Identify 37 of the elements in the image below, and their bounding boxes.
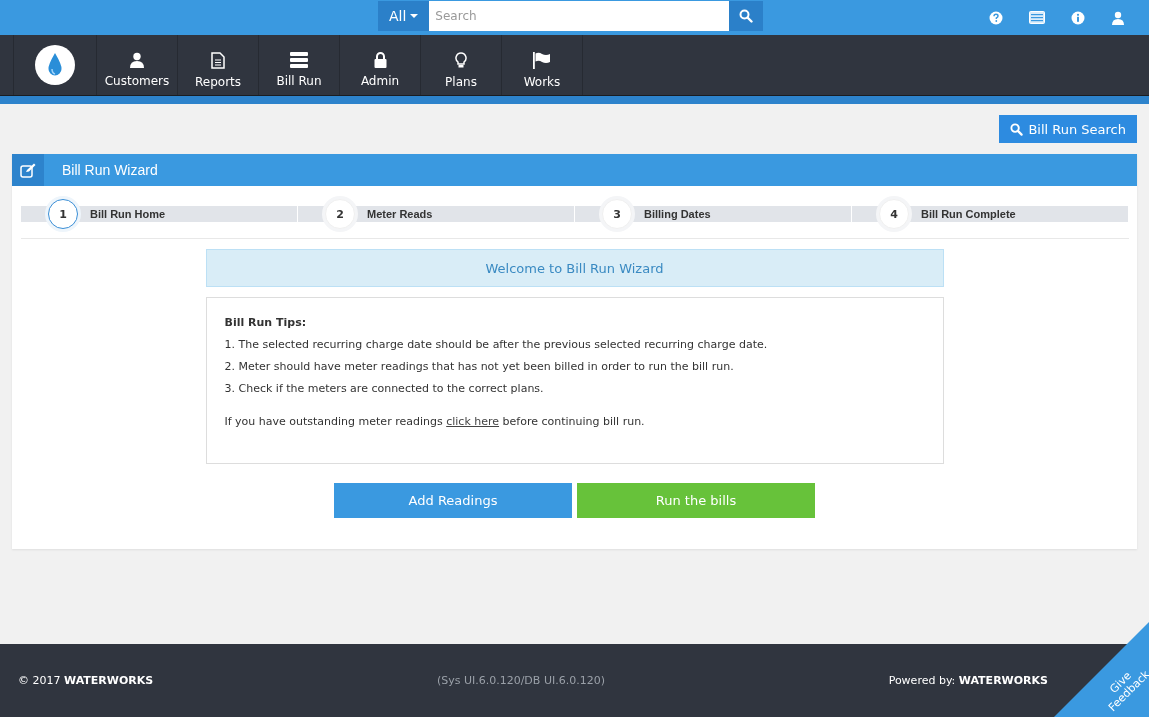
step-number: 2 xyxy=(325,199,355,229)
copyright-text: © 2017 WATERWORKS xyxy=(18,674,154,687)
scope-dropdown[interactable]: All xyxy=(378,1,430,31)
user-icon[interactable] xyxy=(1111,10,1125,25)
info-icon[interactable] xyxy=(1071,10,1085,25)
document-icon xyxy=(211,51,225,69)
tip-text: 2. Meter should have meter readings that has not yet been billed in order to run the bill run. xyxy=(224,360,735,373)
list-card-icon[interactable] xyxy=(1029,11,1045,24)
help-icon[interactable] xyxy=(989,10,1003,25)
version-text: (Sys UI.6.0.120/DB UI.6.0.120) xyxy=(436,674,605,687)
search-field[interactable]: Search xyxy=(429,1,730,31)
wizard-step[interactable]: 2 Meter Reads xyxy=(298,199,575,229)
wizard-step[interactable]: 3 Billing Dates xyxy=(575,199,852,229)
welcome-banner: Welcome to Bill Run Wizard xyxy=(205,249,944,287)
search-icon xyxy=(739,9,754,23)
edit-icon xyxy=(20,162,36,178)
step-number: 1 xyxy=(48,199,78,229)
note-text: If you have outstanding meter readings click here before continuing bill run. xyxy=(224,415,646,428)
click-here-link[interactable]: click here xyxy=(446,415,500,428)
lock-icon xyxy=(373,52,387,68)
panel-title: Bill Run Wizard xyxy=(62,162,158,178)
wizard-step[interactable]: 4 Bill Run Complete xyxy=(852,199,1129,229)
user-icon xyxy=(129,52,145,68)
search-icon xyxy=(1010,122,1024,136)
lightbulb-icon xyxy=(455,51,467,69)
water-drop-logo[interactable] xyxy=(34,44,76,86)
tip-text: 1. The selected recurring charge date should be after the previous selected recurring charge date. xyxy=(224,338,769,351)
bill-run-search-button[interactable]: Bill Run Search xyxy=(999,115,1137,143)
server-icon xyxy=(290,52,308,68)
step-number: 3 xyxy=(602,199,632,229)
search-button[interactable] xyxy=(729,1,764,31)
wizard-step[interactable]: 1 Bill Run Home xyxy=(21,199,298,229)
tips-title: Bill Run Tips: xyxy=(224,316,308,329)
step-number: 4 xyxy=(879,199,909,229)
flag-icon xyxy=(533,51,551,69)
tip-text: 3. Check if the meters are connected to the correct plans. xyxy=(224,382,545,395)
powered-by-text: Powered by: WATERWORKS xyxy=(888,674,1048,687)
